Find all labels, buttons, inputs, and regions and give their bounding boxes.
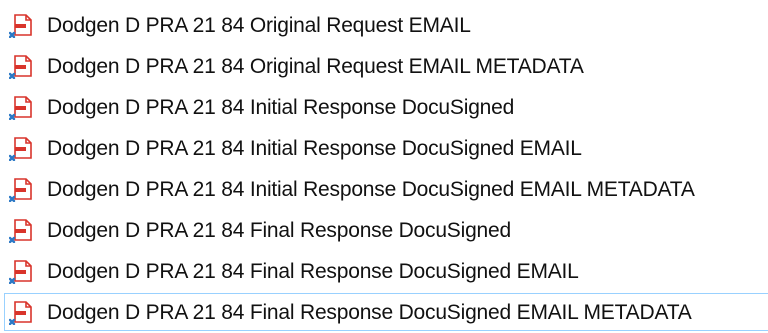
file-name: Dodgen D PRA 21 84 Final Response DocuSi… bbox=[47, 300, 692, 324]
pdf-file-icon bbox=[9, 55, 32, 79]
file-item[interactable]: Dodgen D PRA 21 84 Initial Response Docu… bbox=[4, 170, 768, 208]
pdf-file-icon bbox=[9, 178, 32, 202]
file-name: Dodgen D PRA 21 84 Final Response DocuSi… bbox=[47, 259, 579, 283]
pdf-file-icon bbox=[9, 260, 32, 284]
file-name: Dodgen D PRA 21 84 Final Response DocuSi… bbox=[47, 218, 511, 242]
file-name: Dodgen D PRA 21 84 Original Request EMAI… bbox=[47, 13, 471, 37]
file-list: Dodgen D PRA 21 84 Original Request EMAI… bbox=[0, 0, 768, 333]
pdf-file-icon bbox=[9, 301, 32, 325]
file-item[interactable]: Dodgen D PRA 21 84 Final Response DocuSi… bbox=[4, 211, 768, 249]
pdf-file-icon bbox=[9, 96, 32, 120]
pdf-file-icon bbox=[9, 137, 32, 161]
file-item[interactable]: Dodgen D PRA 21 84 Initial Response Docu… bbox=[4, 88, 768, 126]
file-name: Dodgen D PRA 21 84 Original Request EMAI… bbox=[47, 54, 584, 78]
file-item[interactable]: Dodgen D PRA 21 84 Final Response DocuSi… bbox=[4, 252, 768, 290]
file-name: Dodgen D PRA 21 84 Initial Response Docu… bbox=[47, 95, 515, 119]
file-item[interactable]: Dodgen D PRA 21 84 Original Request EMAI… bbox=[4, 6, 768, 44]
file-name: Dodgen D PRA 21 84 Initial Response Docu… bbox=[47, 177, 695, 201]
file-item-focused[interactable]: Dodgen D PRA 21 84 Final Response DocuSi… bbox=[4, 293, 768, 331]
file-item[interactable]: Dodgen D PRA 21 84 Initial Response Docu… bbox=[4, 129, 768, 167]
file-name: Dodgen D PRA 21 84 Initial Response Docu… bbox=[47, 136, 582, 160]
file-item[interactable]: Dodgen D PRA 21 84 Original Request EMAI… bbox=[4, 47, 768, 85]
pdf-file-icon bbox=[9, 14, 32, 38]
pdf-file-icon bbox=[9, 219, 32, 243]
